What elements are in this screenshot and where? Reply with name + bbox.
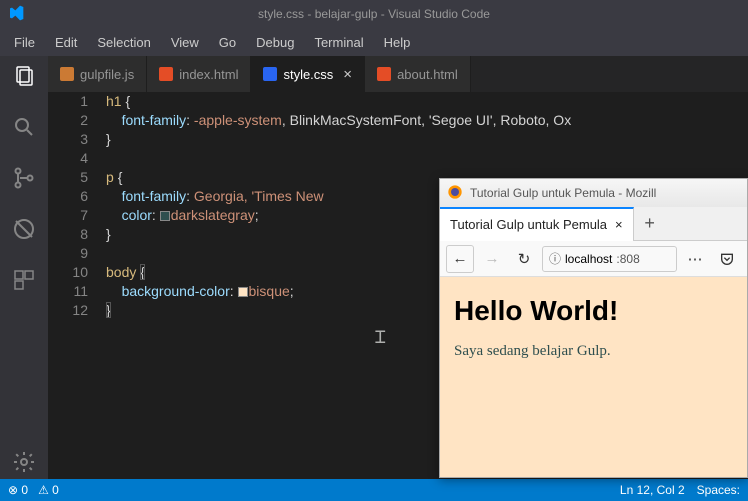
source-control-icon[interactable]: [12, 166, 36, 195]
tab-label: style.css: [283, 67, 333, 82]
url-host: localhost: [565, 252, 612, 266]
tab-gulpfile[interactable]: gulpfile.js: [48, 56, 147, 92]
html-file-icon: [159, 67, 173, 81]
text-cursor-icon: Ꮖ: [375, 328, 386, 347]
tab-label: about.html: [397, 67, 458, 82]
new-tab-button[interactable]: +: [634, 213, 666, 234]
html-file-icon: [377, 67, 391, 81]
status-spaces[interactable]: Spaces:: [697, 483, 740, 497]
tab-style-css[interactable]: style.css ×: [251, 56, 365, 92]
firefox-tabbar: Tutorial Gulp untuk Pemula × +: [440, 207, 747, 241]
page-heading: Hello World!: [454, 295, 733, 327]
js-file-icon: [60, 67, 74, 81]
close-icon[interactable]: ×: [615, 217, 623, 232]
settings-gear-icon[interactable]: [12, 450, 36, 479]
reload-button[interactable]: ↻: [510, 245, 538, 273]
debug-icon[interactable]: [12, 217, 36, 246]
firefox-tab-title: Tutorial Gulp untuk Pemula: [450, 217, 607, 232]
status-warnings[interactable]: ⚠ 0: [38, 483, 59, 497]
menubar: File Edit Selection View Go Debug Termin…: [0, 28, 748, 56]
line-numbers: 123456789101112: [48, 92, 106, 479]
tab-label: gulpfile.js: [80, 67, 134, 82]
info-icon[interactable]: ⓘ: [549, 250, 561, 267]
window-title: style.css - belajar-gulp - Visual Studio…: [258, 7, 490, 21]
url-port: :808: [616, 252, 639, 266]
color-swatch-icon: [160, 211, 170, 221]
menu-go[interactable]: Go: [211, 33, 244, 52]
status-errors[interactable]: ⊗ 0: [8, 483, 28, 497]
activity-bar: [0, 56, 48, 479]
firefox-window-title: Tutorial Gulp untuk Pemula - Mozill: [470, 186, 656, 200]
firefox-icon: [447, 184, 463, 203]
tab-label: index.html: [179, 67, 238, 82]
firefox-tab[interactable]: Tutorial Gulp untuk Pemula ×: [440, 207, 634, 241]
vscode-icon: [8, 5, 24, 24]
window-titlebar: style.css - belajar-gulp - Visual Studio…: [0, 0, 748, 28]
page-paragraph: Saya sedang belajar Gulp.: [454, 343, 733, 360]
menu-edit[interactable]: Edit: [47, 33, 85, 52]
extensions-icon[interactable]: [12, 268, 36, 297]
pocket-icon[interactable]: [713, 245, 741, 273]
firefox-window[interactable]: Tutorial Gulp untuk Pemula - Mozill Tuto…: [439, 178, 748, 478]
menu-terminal[interactable]: Terminal: [306, 33, 371, 52]
editor-tabs: gulpfile.js index.html style.css × about.…: [48, 56, 748, 92]
menu-selection[interactable]: Selection: [89, 33, 158, 52]
firefox-titlebar[interactable]: Tutorial Gulp untuk Pemula - Mozill: [440, 179, 747, 207]
menu-debug[interactable]: Debug: [248, 33, 302, 52]
search-icon[interactable]: [12, 115, 36, 144]
back-button[interactable]: ←: [446, 245, 474, 273]
forward-button[interactable]: →: [478, 245, 506, 273]
status-cursor-pos[interactable]: Ln 12, Col 2: [620, 483, 685, 497]
firefox-navbar: ← → ↻ ⓘ localhost :808 ⋯: [440, 241, 747, 277]
menu-view[interactable]: View: [163, 33, 207, 52]
firefox-page-content: Hello World! Saya sedang belajar Gulp.: [440, 277, 747, 477]
menu-help[interactable]: Help: [376, 33, 419, 52]
statusbar: ⊗ 0 ⚠ 0 Ln 12, Col 2 Spaces:: [0, 479, 748, 501]
url-bar[interactable]: ⓘ localhost :808: [542, 246, 677, 272]
css-file-icon: [263, 67, 277, 81]
tab-about-html[interactable]: about.html: [365, 56, 471, 92]
close-icon[interactable]: ×: [343, 66, 352, 83]
explorer-icon[interactable]: [12, 64, 36, 93]
menu-file[interactable]: File: [6, 33, 43, 52]
color-swatch-icon: [238, 287, 248, 297]
overflow-icon[interactable]: ⋯: [681, 245, 709, 273]
tab-index-html[interactable]: index.html: [147, 56, 251, 92]
